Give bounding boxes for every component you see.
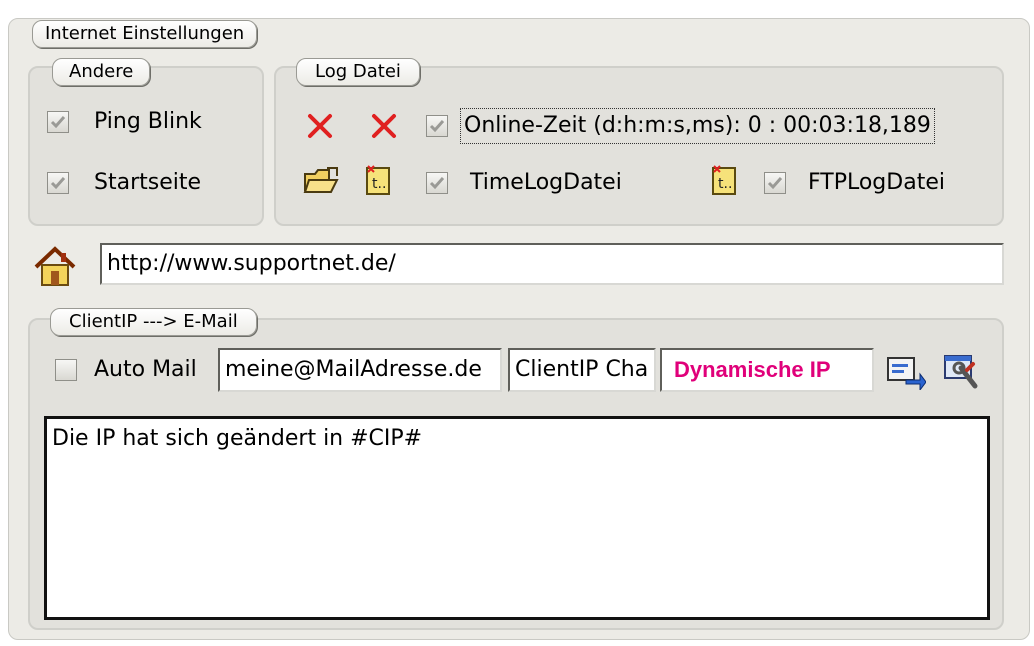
ping-blink-label: Ping Blink bbox=[94, 109, 202, 134]
mail-settings-icon[interactable] bbox=[940, 352, 984, 392]
ftp-log-checkbox[interactable] bbox=[764, 172, 786, 194]
ftp-log-label: FTPLogDatei bbox=[808, 170, 945, 195]
startseite-label: Startseite bbox=[94, 170, 202, 195]
homepage-url-input[interactable]: http://www.supportnet.de/ bbox=[100, 243, 1004, 285]
email-address-input[interactable]: meine@MailAdresse.de bbox=[218, 348, 502, 392]
time-log-file-icon[interactable]: t.. bbox=[360, 162, 396, 198]
home-icon[interactable] bbox=[30, 244, 80, 290]
ping-blink-checkbox[interactable] bbox=[47, 111, 69, 133]
auto-mail-checkbox[interactable] bbox=[55, 359, 77, 381]
delete-time-log-icon[interactable] bbox=[366, 108, 402, 144]
log-datei-title: Log Datei bbox=[296, 58, 420, 86]
delete-online-log-icon[interactable] bbox=[302, 108, 338, 144]
ftp-log-file-icon[interactable]: t.. bbox=[706, 162, 742, 198]
time-log-checkbox[interactable] bbox=[426, 172, 448, 194]
andere-title: Andere bbox=[52, 58, 151, 86]
subject-input[interactable]: ClientIP Cha bbox=[508, 348, 656, 392]
client-ip-title: ClientIP ---> E-Mail bbox=[50, 308, 257, 336]
time-log-label: TimeLogDatei bbox=[470, 170, 622, 195]
log-datei-group bbox=[274, 66, 1004, 226]
andere-group bbox=[28, 66, 264, 226]
mail-message-textarea[interactable]: Die IP hat sich geändert in #CIP# bbox=[44, 416, 990, 620]
internet-settings-title: Internet Einstellungen bbox=[32, 20, 258, 48]
startseite-checkbox[interactable] bbox=[47, 172, 69, 194]
svg-text:t..: t.. bbox=[372, 176, 386, 192]
send-mail-icon[interactable] bbox=[884, 352, 928, 392]
auto-mail-label: Auto Mail bbox=[94, 357, 197, 382]
svg-text:t..: t.. bbox=[718, 176, 732, 192]
online-zeit-label: Online-Zeit (d:h:m:s,ms): 0 : 00:03:18,1… bbox=[460, 108, 935, 144]
open-folder-icon[interactable] bbox=[302, 164, 342, 198]
ip-mode-field[interactable]: Dynamische IP bbox=[660, 348, 874, 392]
online-zeit-checkbox[interactable] bbox=[426, 115, 448, 137]
